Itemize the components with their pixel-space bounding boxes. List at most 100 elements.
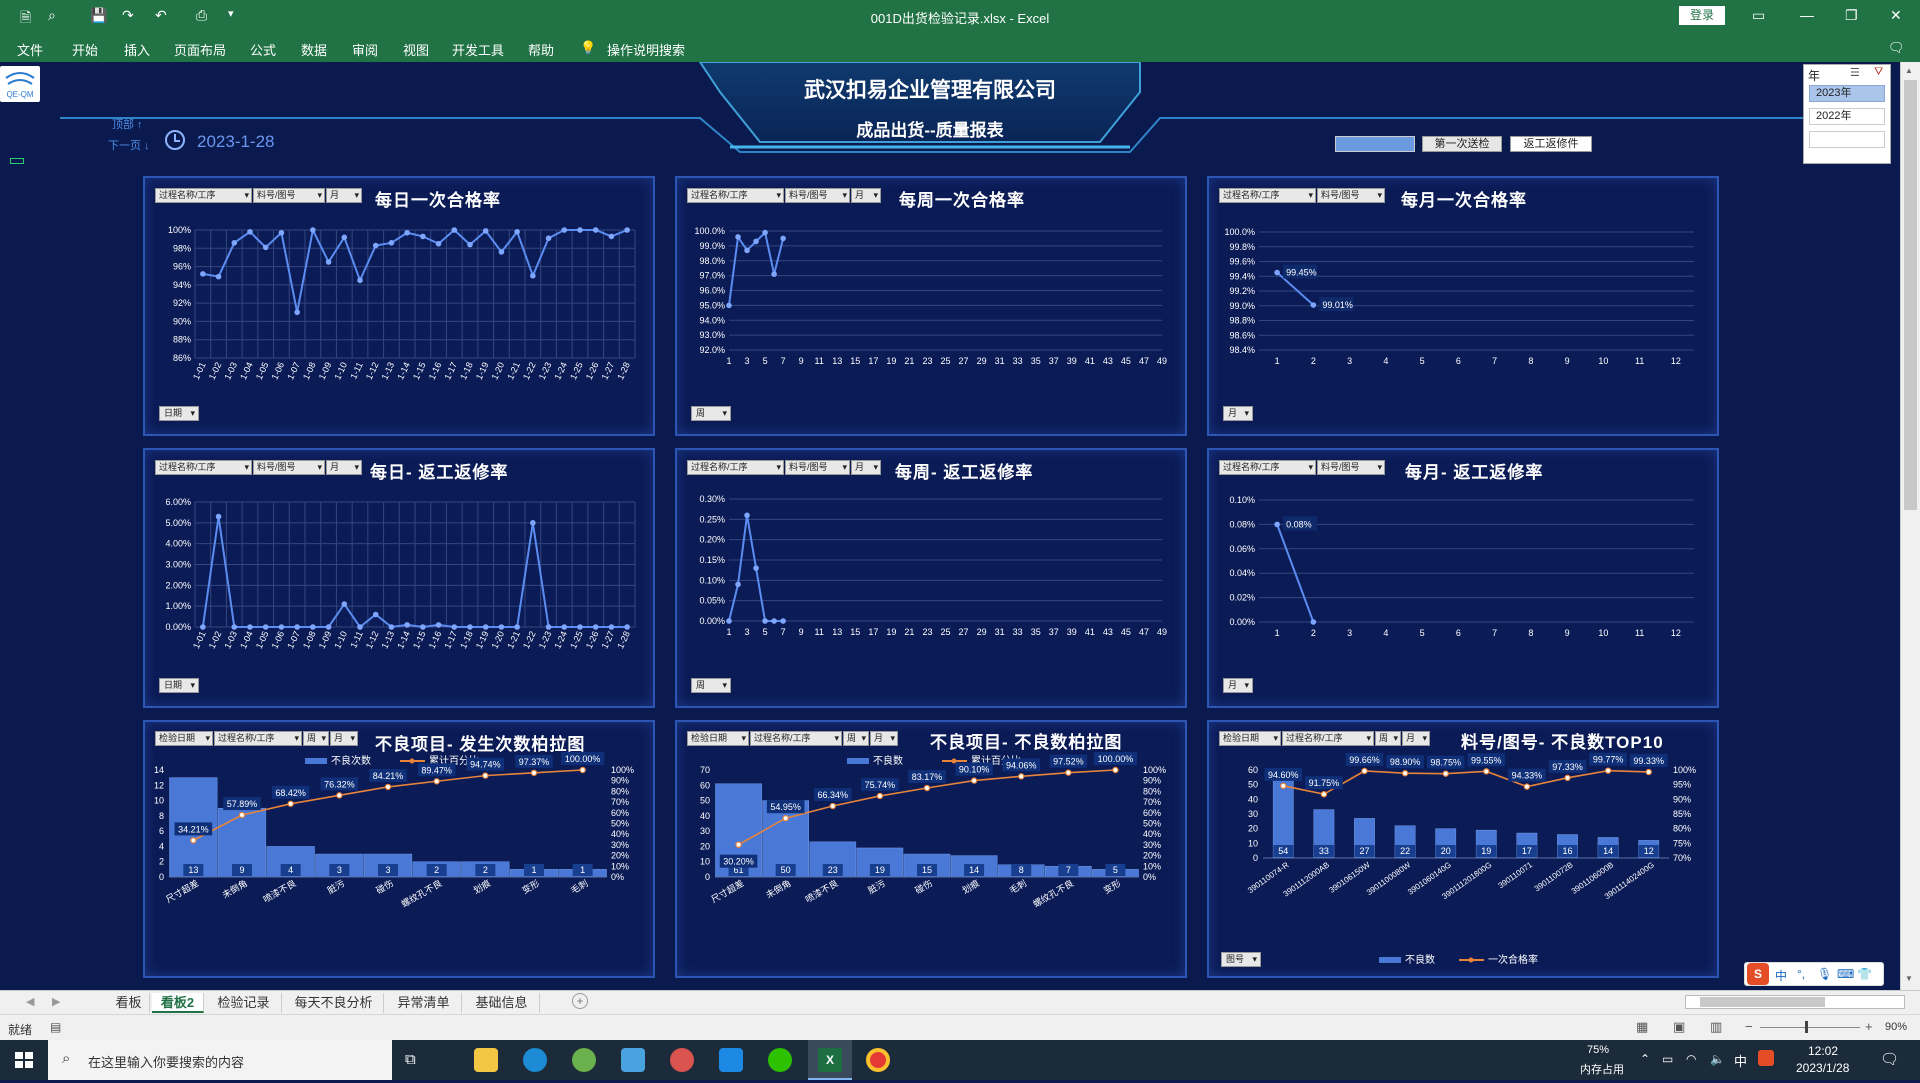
filter-inspect-date[interactable]: 检验日期: [1219, 731, 1281, 746]
filter-part-no[interactable]: 料号/图号: [785, 188, 850, 203]
page-layout-icon[interactable]: ▣: [1673, 1019, 1685, 1035]
app-icon-1[interactable]: [572, 1048, 596, 1072]
sogou-tray-icon[interactable]: [1758, 1050, 1774, 1066]
menu-file[interactable]: 文件: [17, 40, 43, 59]
vertical-scrollbar[interactable]: ▲ ▼: [1900, 62, 1920, 990]
menu-help[interactable]: 帮助: [528, 40, 554, 59]
scroll-up-icon[interactable]: ▲: [1905, 66, 1913, 75]
add-sheet-icon[interactable]: +: [572, 993, 588, 1009]
filter-week[interactable]: 周: [1375, 731, 1401, 746]
app-icon-4[interactable]: [719, 1048, 743, 1072]
battery-icon[interactable]: ▭: [1662, 1052, 1673, 1066]
wechat-icon[interactable]: [768, 1048, 792, 1072]
login-button[interactable]: 登录: [1679, 6, 1725, 25]
tab-daily-defect[interactable]: 每天不良分析: [284, 993, 384, 1013]
ime-punct-icon[interactable]: °,: [1797, 967, 1805, 981]
zoom-slider-thumb[interactable]: [1805, 1021, 1808, 1033]
filter-process[interactable]: 过程名称/工序: [687, 188, 784, 203]
zoom-slider[interactable]: [1760, 1027, 1860, 1028]
filter-process[interactable]: 过程名称/工序: [155, 188, 252, 203]
tab-base-info[interactable]: 基础信息: [464, 993, 540, 1013]
slicer-button-first-inspection[interactable]: 第一次送检: [1422, 136, 1502, 152]
multi-select-icon[interactable]: ☰: [1850, 66, 1860, 79]
filter-part-no[interactable]: 料号/图号: [253, 460, 325, 475]
tab-exceptions[interactable]: 异常清单: [386, 993, 462, 1013]
slicer-button-blank[interactable]: [1335, 136, 1415, 152]
ime-skin-icon[interactable]: 👕: [1857, 967, 1872, 981]
filter-month-axis[interactable]: 月: [1223, 406, 1253, 421]
filter-date[interactable]: 日期: [159, 406, 199, 421]
app-icon-3[interactable]: [670, 1048, 694, 1072]
hscroll-thumb[interactable]: [1700, 997, 1825, 1007]
taskbar-search-box[interactable]: ⌕ 在这里输入你要搜索的内容: [48, 1040, 392, 1080]
ime-mode-icon[interactable]: 中: [1775, 967, 1787, 984]
ime-keyboard-icon[interactable]: ⌨: [1837, 967, 1854, 981]
menu-page-layout[interactable]: 页面布局: [174, 40, 226, 59]
horizontal-scrollbar[interactable]: [1685, 995, 1905, 1009]
scroll-down-icon[interactable]: ▼: [1905, 974, 1913, 983]
menu-review[interactable]: 审阅: [352, 40, 378, 59]
close-icon[interactable]: ✕: [1890, 7, 1902, 24]
tray-expand-icon[interactable]: ⌃: [1640, 1052, 1650, 1066]
menu-insert[interactable]: 插入: [124, 40, 150, 59]
file-explorer-icon[interactable]: [474, 1048, 498, 1072]
filter-part-no[interactable]: 料号/图号: [1317, 188, 1385, 203]
filter-month[interactable]: 月: [326, 460, 362, 475]
ime-toolbar[interactable]: S 中 °, 🎙 ⌨ 👕: [1744, 962, 1884, 986]
filter-month[interactable]: 月: [1402, 731, 1430, 746]
ribbon-display-icon[interactable]: ▭: [1752, 7, 1765, 24]
zoom-in-icon[interactable]: +: [1865, 1019, 1873, 1034]
filter-week[interactable]: 周: [691, 678, 731, 693]
nav-top-link[interactable]: 顶部 ↑: [112, 116, 143, 132]
tab-kanban2[interactable]: 看板2: [152, 993, 204, 1013]
macro-record-icon[interactable]: ▤: [50, 1020, 61, 1034]
year-item-2022[interactable]: 2022年: [1809, 108, 1885, 125]
tab-kanban[interactable]: 看板: [108, 993, 150, 1013]
filter-week[interactable]: 周: [691, 406, 731, 421]
notification-icon[interactable]: 🗨: [1880, 1050, 1899, 1068]
tab-next-icon[interactable]: ▶: [52, 995, 60, 1008]
year-item-2023[interactable]: 2023年: [1809, 85, 1885, 102]
menu-developer[interactable]: 开发工具: [452, 40, 504, 59]
slicer-button-rework[interactable]: 返工返修件: [1510, 136, 1592, 152]
ime-indicator[interactable]: 中: [1734, 1051, 1747, 1070]
filter-date[interactable]: 日期: [159, 678, 199, 693]
filter-process[interactable]: 过程名称/工序: [1219, 460, 1316, 475]
menu-home[interactable]: 开始: [72, 40, 98, 59]
minimize-icon[interactable]: —: [1800, 7, 1814, 23]
zoom-level[interactable]: 90%: [1885, 1021, 1907, 1033]
filter-inspect-date[interactable]: 检验日期: [687, 731, 749, 746]
filter-process[interactable]: 过程名称/工序: [750, 731, 842, 746]
filter-month[interactable]: 月: [330, 731, 358, 746]
filter-part-no[interactable]: 料号/图号: [253, 188, 325, 203]
volume-icon[interactable]: 🔈: [1710, 1052, 1725, 1066]
filter-month[interactable]: 月: [870, 731, 898, 746]
menu-data[interactable]: 数据: [301, 40, 327, 59]
filter-part-no[interactable]: 料号/图号: [1317, 460, 1385, 475]
filter-month[interactable]: 月: [326, 188, 362, 203]
start-button[interactable]: [0, 1040, 48, 1080]
filter-month[interactable]: 月: [851, 188, 881, 203]
scroll-thumb[interactable]: [1904, 80, 1917, 510]
year-item-blank[interactable]: [1809, 131, 1885, 148]
menu-view[interactable]: 视图: [403, 40, 429, 59]
filter-month-axis[interactable]: 月: [1223, 678, 1253, 693]
filter-process[interactable]: 过程名称/工序: [1282, 731, 1374, 746]
chrome-icon[interactable]: [866, 1048, 890, 1072]
filter-drawing-no[interactable]: 图号: [1221, 952, 1261, 967]
wifi-icon[interactable]: ◠: [1686, 1052, 1696, 1066]
comments-icon[interactable]: 🗨: [1888, 40, 1905, 56]
filter-part-no[interactable]: 料号/图号: [785, 460, 850, 475]
menu-formulas[interactable]: 公式: [250, 40, 276, 59]
restore-icon[interactable]: ❐: [1845, 7, 1858, 24]
page-break-icon[interactable]: ▥: [1710, 1019, 1722, 1035]
filter-process[interactable]: 过程名称/工序: [214, 731, 302, 746]
filter-month[interactable]: 月: [851, 460, 881, 475]
task-view-icon[interactable]: ⧉: [405, 1051, 416, 1068]
excel-taskbar-button[interactable]: X: [808, 1040, 852, 1080]
tab-inspection-log[interactable]: 检验记录: [206, 993, 282, 1013]
filter-week[interactable]: 周: [843, 731, 869, 746]
edge-icon[interactable]: [523, 1048, 547, 1072]
filter-week[interactable]: 周: [303, 731, 329, 746]
clear-filter-icon[interactable]: ⛛: [1874, 66, 1883, 79]
